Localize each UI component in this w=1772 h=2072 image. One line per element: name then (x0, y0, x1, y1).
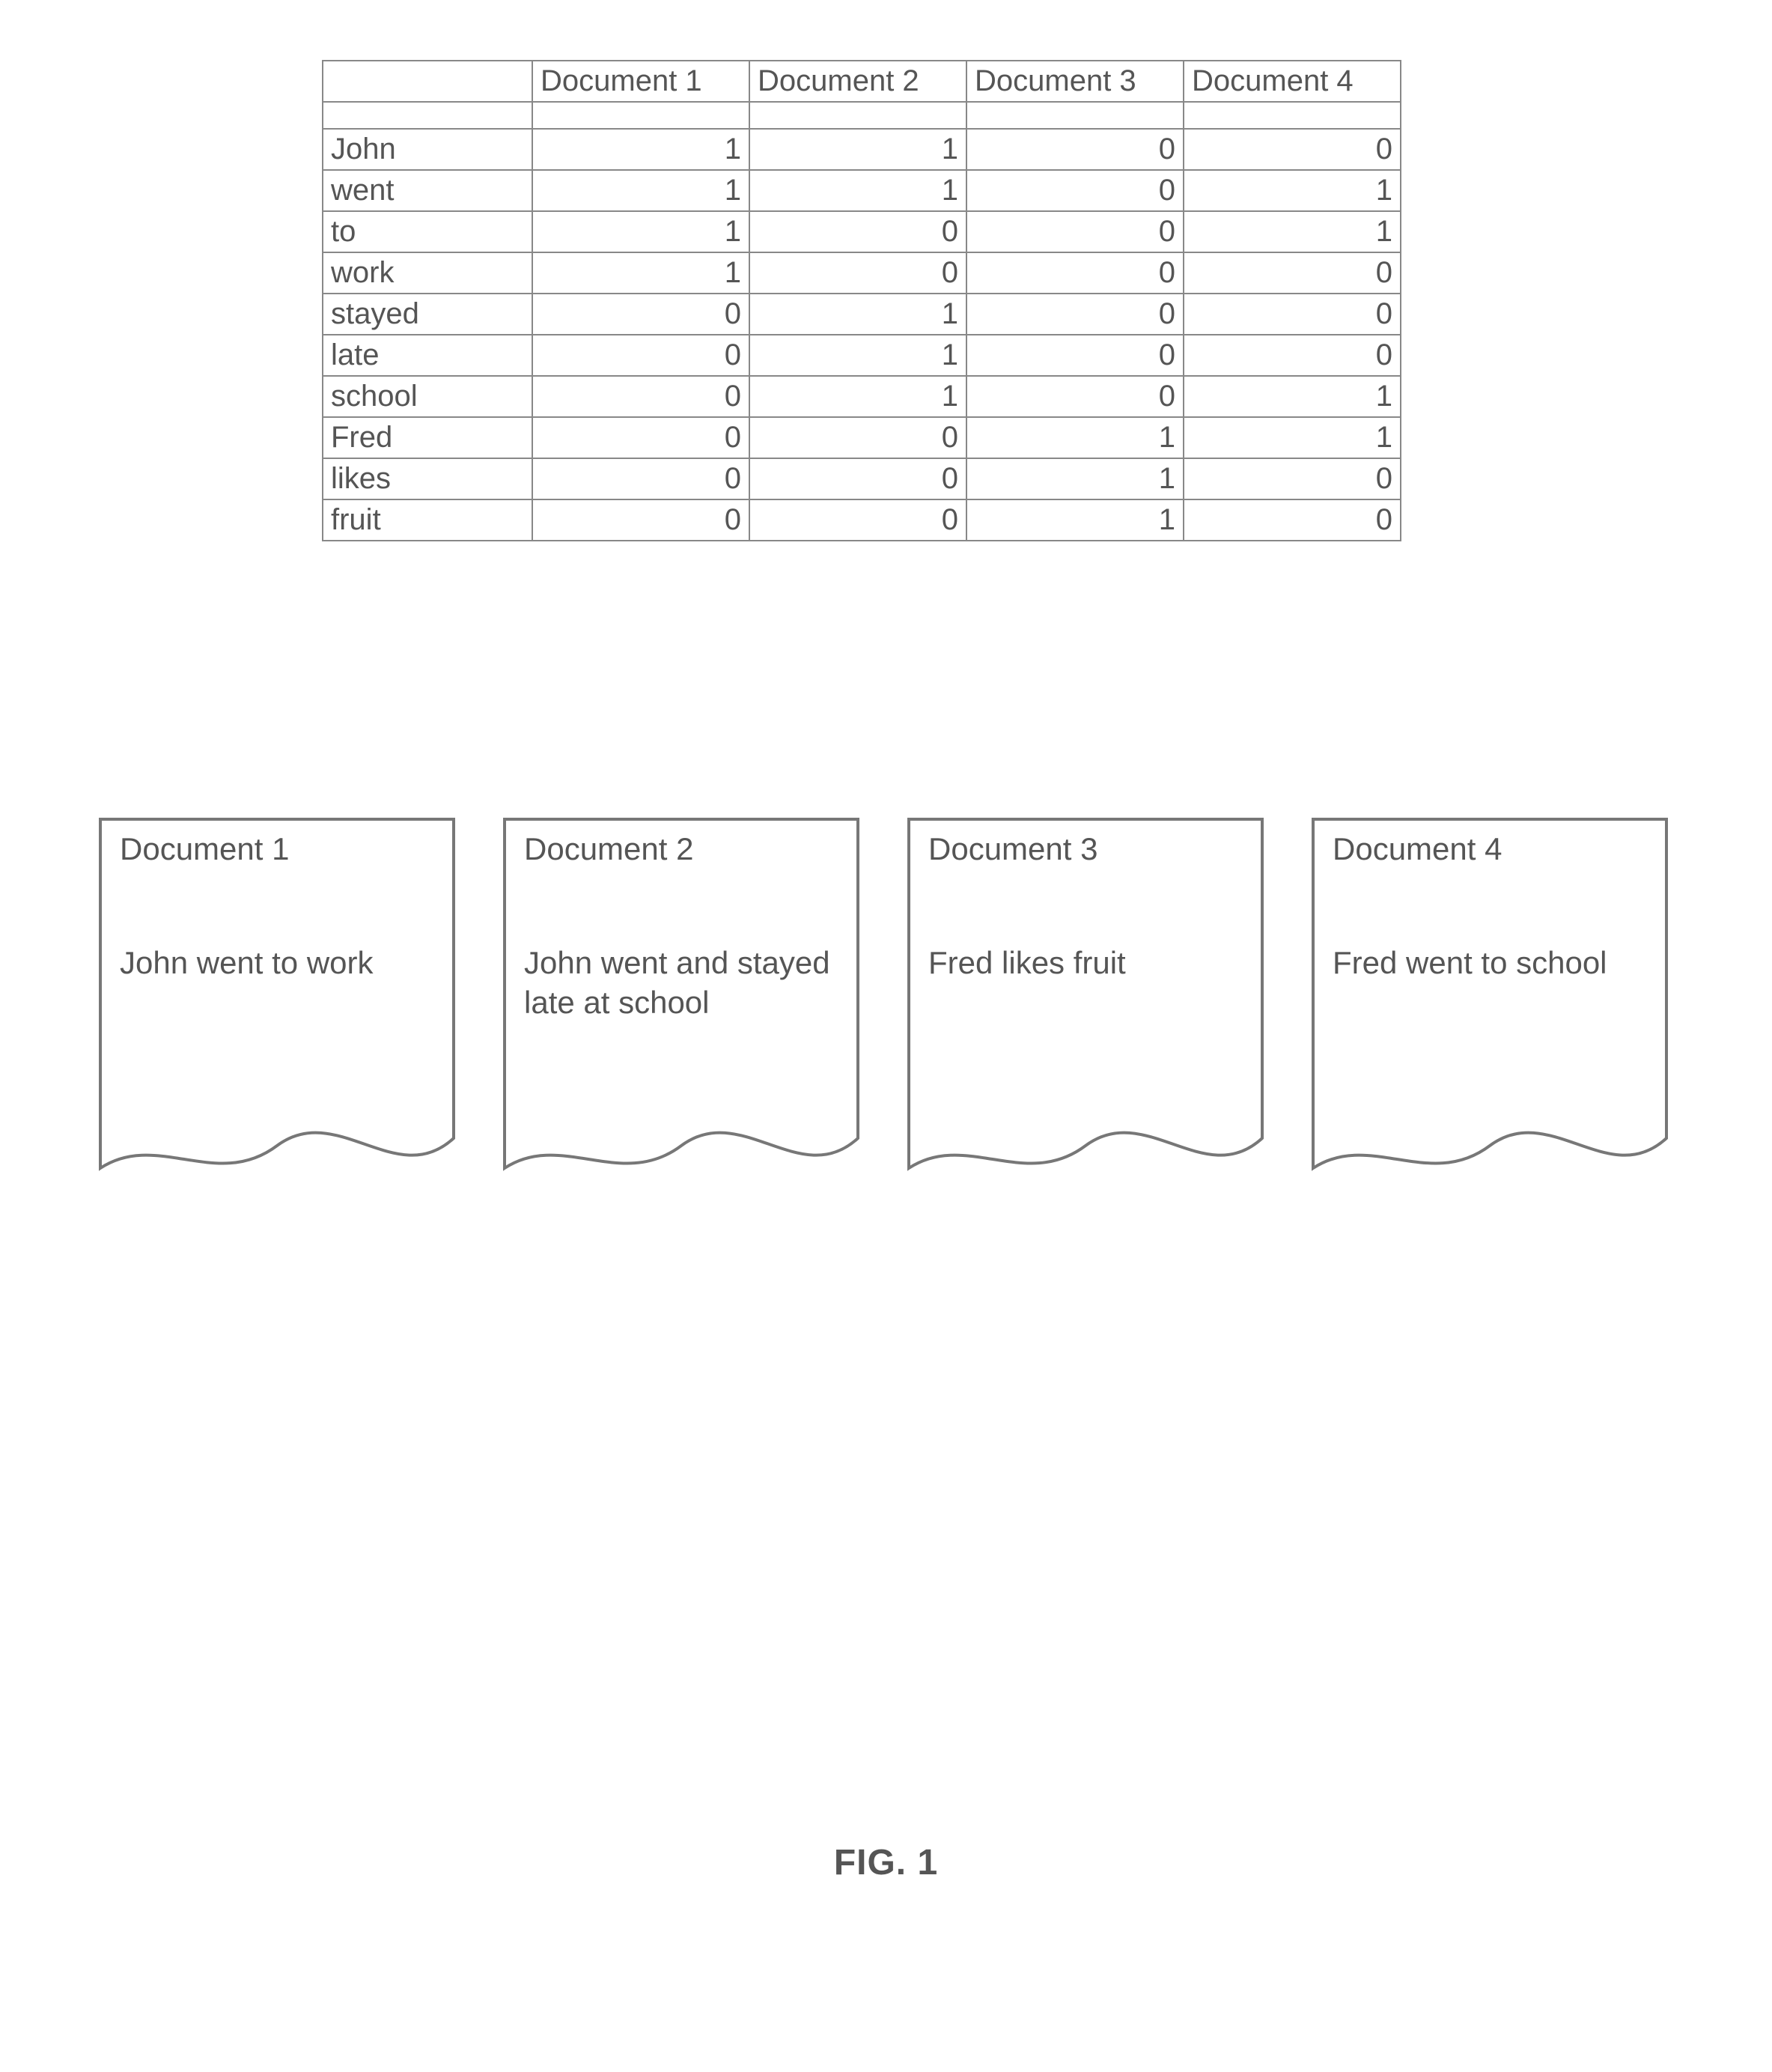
table-cell: 1 (749, 129, 966, 170)
figure-page: Document 1 Document 2 Document 3 Documen… (0, 0, 1772, 2072)
document-card: Document 2 John went and stayed late at s… (502, 816, 861, 1236)
table-cell: 0 (532, 335, 749, 376)
row-header: likes (323, 458, 532, 499)
table-cell: 1 (1184, 417, 1401, 458)
document-body: John went to work (120, 944, 434, 983)
table-cell: 1 (749, 170, 966, 211)
table-cell: 0 (749, 417, 966, 458)
table-row: John1100 (323, 129, 1401, 170)
table-cell: 1 (966, 499, 1184, 541)
figure-label: FIG. 1 (0, 1842, 1772, 1883)
table-cell: 1 (532, 129, 749, 170)
row-header: stayed (323, 294, 532, 335)
table-cell: 0 (749, 211, 966, 252)
table-row: fruit0010 (323, 499, 1401, 541)
document-body: Fred likes fruit (928, 944, 1243, 983)
document-page-icon (97, 816, 457, 1236)
table-cell: 1 (749, 294, 966, 335)
row-header: to (323, 211, 532, 252)
table-cell: 1 (749, 376, 966, 417)
table-cell: 1 (532, 170, 749, 211)
table-cell: 0 (1184, 335, 1401, 376)
document-body: Fred went to school (1333, 944, 1647, 983)
document-page-icon (502, 816, 861, 1236)
table-cell: 0 (966, 294, 1184, 335)
document-title: Document 1 (120, 831, 289, 867)
col-header: Document 4 (1184, 61, 1401, 102)
table-cell: 0 (532, 458, 749, 499)
table-cell: 0 (532, 417, 749, 458)
document-body: John went and stayed late at school (524, 944, 838, 1022)
table-cell: 0 (749, 458, 966, 499)
table-cell: 0 (966, 376, 1184, 417)
table-cell: 1 (532, 252, 749, 294)
table-cell: 0 (966, 170, 1184, 211)
table-body: John1100went1101to1001work1000stayed0100… (323, 129, 1401, 541)
row-header: went (323, 170, 532, 211)
table-cell: 1 (966, 458, 1184, 499)
table-cell: 0 (749, 252, 966, 294)
table-cell: 1 (1184, 211, 1401, 252)
table-cell: 0 (966, 129, 1184, 170)
document-page-icon (906, 816, 1265, 1236)
table-cell: 0 (1184, 252, 1401, 294)
table-cell: 1 (966, 417, 1184, 458)
row-header: school (323, 376, 532, 417)
documents-row: Document 1 John went to work Document 2 Joh… (97, 816, 1669, 1236)
table-cell: 0 (1184, 458, 1401, 499)
table-cell: 0 (1184, 129, 1401, 170)
table-row: stayed0100 (323, 294, 1401, 335)
table-cell: 0 (1184, 499, 1401, 541)
table-row: went1101 (323, 170, 1401, 211)
table-header-row: Document 1 Document 2 Document 3 Documen… (323, 61, 1401, 102)
document-page-icon (1310, 816, 1669, 1236)
table-corner-cell (323, 61, 532, 102)
row-header: John (323, 129, 532, 170)
table-cell: 0 (532, 294, 749, 335)
row-header: fruit (323, 499, 532, 541)
table-cell: 0 (966, 252, 1184, 294)
document-card: Document 1 John went to work (97, 816, 457, 1236)
table-cell: 0 (1184, 294, 1401, 335)
col-header: Document 2 (749, 61, 966, 102)
term-document-table: Document 1 Document 2 Document 3 Documen… (322, 60, 1401, 541)
table-row: late0100 (323, 335, 1401, 376)
document-card: Document 4 Fred went to school (1310, 816, 1669, 1236)
col-header: Document 3 (966, 61, 1184, 102)
row-header: work (323, 252, 532, 294)
table-row: likes0010 (323, 458, 1401, 499)
table-cell: 1 (1184, 376, 1401, 417)
table-row: work1000 (323, 252, 1401, 294)
table-cell: 1 (749, 335, 966, 376)
table-cell: 1 (532, 211, 749, 252)
table-spacer-row (323, 102, 1401, 129)
table-cell: 0 (966, 335, 1184, 376)
table-row: Fred0011 (323, 417, 1401, 458)
document-title: Document 3 (928, 831, 1097, 867)
table-cell: 0 (749, 499, 966, 541)
col-header: Document 1 (532, 61, 749, 102)
table-cell: 1 (1184, 170, 1401, 211)
row-header: Fred (323, 417, 532, 458)
document-title: Document 4 (1333, 831, 1502, 867)
row-header: late (323, 335, 532, 376)
table-cell: 0 (966, 211, 1184, 252)
document-title: Document 2 (524, 831, 693, 867)
table-row: to1001 (323, 211, 1401, 252)
table-cell: 0 (532, 499, 749, 541)
document-card: Document 3 Fred likes fruit (906, 816, 1265, 1236)
table-row: school0101 (323, 376, 1401, 417)
table-cell: 0 (532, 376, 749, 417)
